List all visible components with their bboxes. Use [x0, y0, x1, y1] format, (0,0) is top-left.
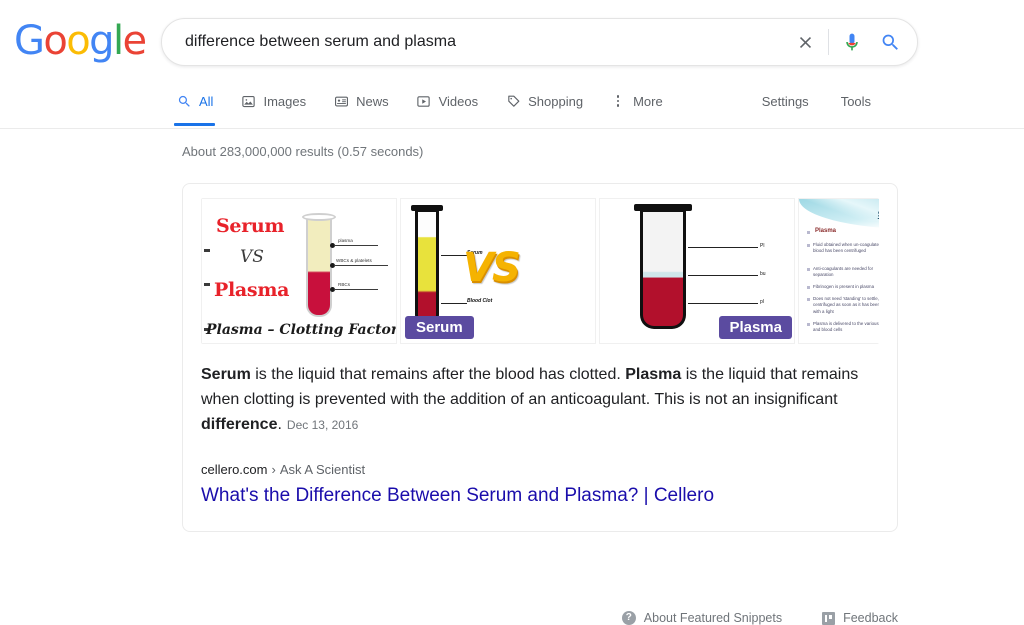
thumb1-title-bottom: Plasma [214, 279, 290, 301]
thumb3-label-1: Pl [760, 243, 765, 249]
tab-label: Videos [438, 93, 479, 109]
tab-news[interactable]: News [333, 86, 389, 118]
slide-col1-bullet: Fibrinogen is present in plasma [813, 284, 875, 289]
close-icon[interactable] [788, 25, 822, 59]
thumb1-label-rbc: RBCs [338, 282, 350, 287]
search-header: Google difference between serum and plas… [0, 0, 1024, 129]
tab-images[interactable]: Images [240, 86, 306, 118]
search-icon [176, 93, 192, 109]
help-circle-icon: ? [621, 611, 636, 625]
settings-link[interactable]: Settings [762, 86, 809, 116]
thumb3-label: Plasma [719, 316, 792, 339]
tools-link[interactable]: Tools [841, 86, 871, 116]
thumbnail-plasma-tube[interactable]: Pl bu pl Plasma [599, 198, 795, 344]
snippet-paragraph: Serum is the liquid that remains after t… [201, 362, 879, 438]
about-featured-snippets-link[interactable]: ? About Featured Snippets [621, 611, 783, 625]
tab-label: News [356, 93, 389, 109]
source-domain: cellero.com [201, 462, 268, 477]
thumb1-vs: VS [240, 247, 264, 267]
slide-col1-bullet: Fluid obtained when un-coagulated blood … [813, 242, 879, 254]
video-icon [416, 93, 432, 109]
thumbnail-strip: Serum VS Plasma plasma WBCs & platelets … [201, 198, 879, 344]
thumb1-tube-rim [302, 213, 336, 221]
snippet-footer: ? About Featured Snippets Feedback [182, 611, 898, 625]
snippet-date: Dec 13, 2016 [286, 418, 359, 432]
thumbnail-serum-tube-vs[interactable]: Serum Blood Clot VS Serum [400, 198, 596, 344]
image-icon [240, 93, 256, 109]
tag-icon [505, 93, 521, 109]
snippet-part: is the liquid that remains after the blo… [250, 366, 626, 383]
slide-col1-bullet: Anti-coagulants are needed for separatio… [813, 266, 874, 278]
logo-letter-g2: g [89, 18, 114, 64]
google-logo[interactable]: Google [14, 18, 147, 64]
slide-col1-header: Plasma [815, 228, 837, 234]
thumb3-label-2: bu [760, 271, 766, 277]
slide-col1-bullet: Plasma is delivered to the various sites… [813, 321, 879, 333]
tab-label: Shopping [528, 93, 584, 109]
thumb1-label-plasma: plasma [338, 238, 353, 243]
news-icon [333, 93, 349, 109]
tab-label: Images [263, 93, 307, 109]
breadcrumb-separator: › [271, 462, 276, 477]
logo-letter-o2: o [66, 18, 90, 64]
snippet-part: Serum [201, 366, 251, 383]
thumb1-caption: Plasma – Clotting Factors [206, 322, 397, 338]
logo-letter-o1: o [43, 18, 67, 64]
slide-col1-bullet: Does not need 'standing' to settle, so c… [813, 296, 879, 314]
featured-snippet-card: Serum VS Plasma plasma WBCs & platelets … [182, 183, 898, 532]
thumb2-vs: VS [463, 245, 521, 291]
thumb3-label-3: pl [760, 299, 764, 305]
tab-all[interactable]: All [173, 86, 216, 126]
more-vertical-icon [610, 93, 626, 109]
feedback-label: Feedback [843, 611, 898, 625]
thumb3-test-tube [640, 209, 686, 329]
thumb2-label-clot: Blood Clot [467, 298, 493, 304]
thumb1-label-wbc: WBCs & platelets [336, 258, 372, 263]
logo-letter-g1: G [14, 18, 45, 64]
feedback-icon [822, 611, 836, 625]
logo-letter-e: e [122, 18, 147, 64]
nav-right-links: Settings Tools [762, 86, 903, 116]
thumb1-title-top: Serum [216, 215, 285, 237]
source-url: cellero.com › Ask A Scientist [201, 462, 879, 477]
tab-videos[interactable]: Videos [416, 86, 479, 118]
logo-letter-l: l [112, 18, 124, 64]
slide-title: Summary [799, 210, 879, 219]
thumb2-test-tube [415, 209, 439, 327]
result-stats: About 283,000,000 results (0.57 seconds) [182, 144, 424, 159]
snippet-part: Plasma [625, 366, 682, 383]
result-title-link[interactable]: What's the Difference Between Serum and … [201, 483, 879, 509]
tab-more[interactable]: More [610, 86, 663, 118]
thumbnail-summary-slide[interactable]: Summary Plasma Serum Fluid obtained when… [798, 198, 879, 344]
about-label: About Featured Snippets [643, 611, 783, 625]
search-divider [828, 29, 829, 55]
snippet-part: . [277, 416, 282, 433]
thumb1-test-tube [306, 217, 332, 317]
tab-shopping[interactable]: Shopping [505, 86, 583, 118]
microphone-icon[interactable] [837, 25, 867, 59]
search-bar[interactable] [161, 18, 918, 66]
tab-label: All [199, 93, 214, 109]
source-breadcrumb: Ask A Scientist [279, 462, 366, 477]
thumb2-label: Serum [405, 316, 474, 339]
search-tabs: All Images News Videos Shopping More Set… [173, 86, 1024, 126]
results-area: About 283,000,000 results (0.57 seconds)… [0, 129, 1024, 625]
snippet-part: difference [201, 416, 278, 433]
tab-label: More [633, 93, 663, 109]
feedback-link[interactable]: Feedback [822, 611, 898, 625]
thumbnail-serum-vs-plasma-tube[interactable]: Serum VS Plasma plasma WBCs & platelets … [201, 198, 397, 344]
search-icon[interactable] [867, 25, 913, 59]
search-input[interactable] [162, 28, 788, 56]
